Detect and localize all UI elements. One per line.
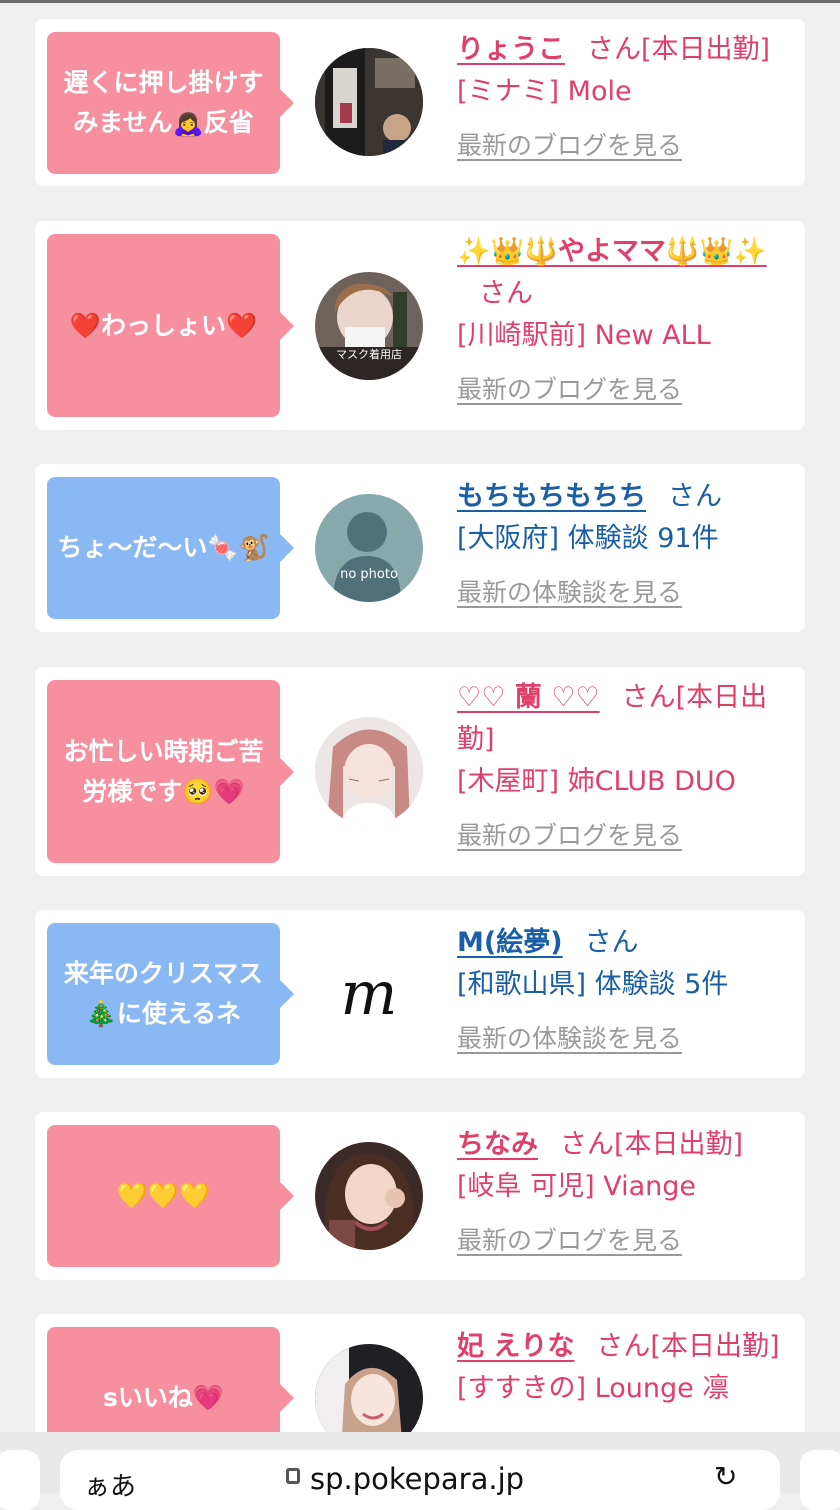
user-name-link[interactable]: りょうこ [457, 34, 565, 65]
list-item: ❤️わっしょい❤️ マスク着用店 ✨👑🔱やよママ🔱👑✨ さん [川崎駅前] New… [35, 221, 805, 430]
avatar[interactable] [315, 1142, 423, 1250]
message-bubble: ❤️わっしょい❤️ [47, 234, 294, 417]
card-info: M(絵夢) さん [和歌山県] 体験談 5件 最新の体験談を見る [457, 922, 797, 1060]
shop-info: [木屋町] 姉CLUB DUO [457, 766, 736, 797]
no-photo-label: no photo [340, 567, 398, 582]
avatar[interactable]: m [315, 940, 423, 1048]
m-logo-text: m [341, 959, 398, 1029]
shop-info: [すすきの] Lounge 凛 [457, 1373, 730, 1404]
message-bubble: 💛💛💛 [47, 1125, 294, 1267]
message-text: 💛💛💛 [116, 1181, 211, 1210]
message-text: ❤️わっしょい❤️ [69, 310, 258, 340]
user-name-link[interactable]: ✨👑🔱やよママ🔱👑✨ [457, 236, 767, 267]
browser-bottom-bar: ぁあ sp.pokepara.jp ↻ [0, 1432, 840, 1510]
previous-tab[interactable] [0, 1450, 40, 1510]
review-link[interactable]: 最新の体験談を見る [457, 572, 797, 614]
message-bubble: お忙しい時期ご苦労様です🥺💗 [47, 680, 294, 863]
lock-icon [286, 1468, 300, 1484]
message-text: お忙しい時期ご苦労様です🥺💗 [63, 736, 264, 806]
card-info: りょうこ さん[本日出勤] [ミナミ] Mole 最新のブログを見る [457, 29, 797, 167]
user-name-link[interactable]: もちもちもちち [457, 481, 646, 512]
woman-photo [315, 1142, 423, 1250]
card-info: ちなみ さん[本日出勤] [岐阜 可児] Viange 最新のブログを見る [457, 1124, 797, 1262]
user-name-link[interactable]: 妃 えりな [457, 1331, 574, 1362]
list-item: 遅くに押し掛けすみません🙇‍♀️反省 りょうこ さん[本日出勤] [ミナミ] Mo… [35, 19, 805, 186]
user-status: さん[本日出勤] [560, 1129, 744, 1160]
review-info: [和歌山県] 体験談 5件 [457, 969, 729, 1000]
avatar[interactable]: マスク着用店 [315, 272, 423, 380]
text-size-button[interactable]: ぁあ [84, 1466, 136, 1503]
avatar[interactable]: no photo [315, 494, 423, 602]
list-item: 来年のクリスマス🎄に使えるネ m M(絵夢) さん [和歌山県] 体験談 5件 最… [35, 910, 805, 1078]
card-info: ✨👑🔱やよママ🔱👑✨ さん [川崎駅前] New ALL 最新のブログを見る [457, 231, 797, 411]
review-info: [大阪府] 体験談 91件 [457, 523, 719, 554]
blog-link[interactable]: 最新のブログを見る [457, 815, 797, 857]
message-text: sいいね💗 [102, 1383, 224, 1412]
reload-icon[interactable]: ↻ [714, 1460, 737, 1493]
list-item: お忙しい時期ご苦労様です🥺💗 ♡♡ 蘭 ♡♡ さん[本日出勤] [木屋町] 姉CL… [35, 667, 805, 876]
card-info: もちもちもちち さん [大阪府] 体験談 91件 最新の体験談を見る [457, 476, 797, 614]
user-status: さん [479, 278, 533, 309]
user-name-link[interactable]: ちなみ [457, 1129, 538, 1160]
shop-info: [川崎駅前] New ALL [457, 320, 711, 351]
next-tab[interactable] [800, 1450, 840, 1510]
user-status: さん [584, 927, 639, 958]
card-info: 妃 えりな さん[本日出勤] [すすきの] Lounge 凛 [457, 1326, 797, 1410]
blog-link[interactable]: 最新のブログを見る [457, 369, 797, 411]
bar-photo [315, 48, 423, 156]
blog-link[interactable]: 最新のブログを見る [457, 125, 797, 167]
user-name-link[interactable]: ♡♡ 蘭 ♡♡ [457, 682, 600, 713]
user-status: さん[本日出勤] [596, 1331, 780, 1362]
top-divider [0, 0, 840, 3]
svg-text:マスク着用店: マスク着用店 [336, 347, 402, 361]
woman-photo: マスク着用店 [315, 272, 423, 380]
message-bubble: 来年のクリスマス🎄に使えるネ [47, 923, 294, 1065]
avatar[interactable] [315, 48, 423, 156]
no-photo-placeholder: no photo [315, 494, 423, 602]
user-status: さん[本日出勤] [587, 34, 771, 65]
shop-info: [岐阜 可児] Viange [457, 1171, 697, 1202]
message-bubble: ちょ〜だ〜い🍬🐒 [47, 477, 294, 619]
message-text: ちょ〜だ〜い🍬🐒 [57, 533, 270, 562]
message-text: 遅くに押し掛けすみません🙇‍♀️反省 [63, 68, 264, 137]
woman-photo [315, 717, 423, 825]
list-item: ちょ〜だ〜い🍬🐒 no photo もちもちもちち さん [大阪府] 体験談 91… [35, 464, 805, 632]
message-bubble: 遅くに押し掛けすみません🙇‍♀️反省 [47, 32, 294, 174]
url-text[interactable]: sp.pokepara.jp [310, 1462, 524, 1496]
avatar[interactable] [315, 717, 423, 825]
review-link[interactable]: 最新の体験談を見る [457, 1018, 797, 1060]
address-bar[interactable]: ぁあ sp.pokepara.jp ↻ [60, 1450, 780, 1510]
user-name-link[interactable]: M(絵夢) [457, 927, 563, 958]
shop-info: [ミナミ] Mole [457, 76, 632, 107]
message-text: 来年のクリスマス🎄に使えるネ [63, 959, 264, 1028]
blog-link[interactable]: 最新のブログを見る [457, 1220, 797, 1262]
card-info: ♡♡ 蘭 ♡♡ さん[本日出勤] [木屋町] 姉CLUB DUO 最新のブログを見… [457, 677, 797, 857]
list-item: 💛💛💛 ちなみ さん[本日出勤] [岐阜 可児] Viange 最新のブログを見る [35, 1112, 805, 1280]
user-status: さん [668, 481, 722, 512]
m-logo: m [315, 940, 423, 1048]
